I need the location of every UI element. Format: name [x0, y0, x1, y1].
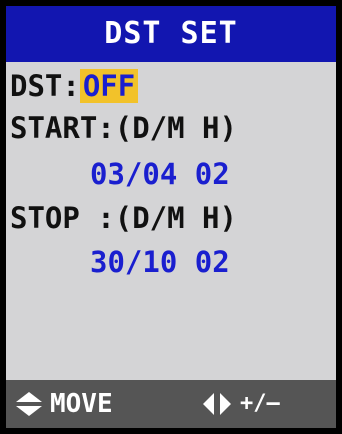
dst-value-selector[interactable]: OFF [79, 69, 139, 103]
page-title: DST SET [6, 6, 336, 62]
start-value[interactable]: 03/04 02 [90, 154, 230, 194]
adjust-hint: +/– [202, 380, 280, 428]
footer-hint-bar: MOVE +/– [6, 380, 336, 428]
dst-row: DST: OFF [10, 66, 139, 106]
device-screen: DST SET DST: OFF START:(D/M H) 03/04 02 S… [6, 6, 336, 428]
stop-value[interactable]: 30/10 02 [90, 242, 230, 282]
dst-label: DST: [10, 69, 80, 103]
left-right-arrows-icon [202, 391, 232, 417]
move-hint: MOVE [14, 380, 113, 428]
move-label: MOVE [50, 389, 113, 419]
start-label: START:(D/M H) [10, 111, 237, 145]
up-down-arrows-icon [14, 391, 44, 417]
stop-label: STOP :(D/M H) [10, 201, 237, 235]
adjust-label: +/– [240, 391, 280, 416]
